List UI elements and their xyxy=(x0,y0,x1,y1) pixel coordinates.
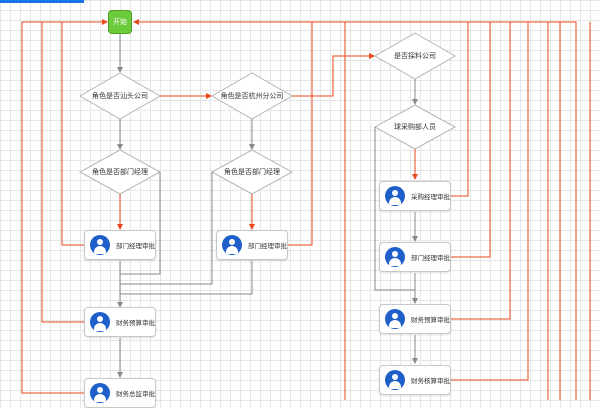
task-label: 财务核算审批 xyxy=(411,377,450,385)
task-label: 采购经理审批 xyxy=(411,193,450,201)
user-avatar-icon xyxy=(385,309,405,329)
flow-return-dept-b xyxy=(288,22,313,246)
task-label: 部门经理审批 xyxy=(248,242,287,250)
task-finance-budget-approval[interactable]: 财务预算审批 xyxy=(84,307,156,337)
flow-return-dept-a xyxy=(61,19,108,246)
task-label: 部门经理审批 xyxy=(411,254,450,262)
task-dept-manager-approval-b[interactable]: 部门经理审批 xyxy=(216,230,288,260)
start-node[interactable]: 开始 xyxy=(108,10,132,34)
task-finance-budget-approval-b[interactable]: 财务预算审批 xyxy=(379,304,451,334)
user-avatar-icon xyxy=(385,247,405,267)
task-label: 部门经理审批 xyxy=(116,242,155,250)
flow-return-dept-c xyxy=(451,22,491,258)
flow-dept-b-no xyxy=(120,172,213,285)
flow-dept-b-task-down xyxy=(120,261,253,295)
decision-label-is-purchaser: 球采购部人员 xyxy=(394,123,436,131)
flow-hangzhou-yes xyxy=(292,53,375,97)
task-finance-settlement-approval[interactable]: 财务核算审批 xyxy=(379,365,451,395)
flow-return-finance xyxy=(41,22,84,323)
user-avatar-icon xyxy=(222,235,242,255)
decision-label-is-supplier: 是否採料公司 xyxy=(394,52,436,60)
task-dept-manager-approval-c[interactable]: 部门经理审批 xyxy=(379,242,451,272)
start-label: 开始 xyxy=(113,18,127,26)
decision-label-is-shantou: 角色是否汕头公司 xyxy=(92,92,148,100)
user-avatar-icon xyxy=(90,312,110,332)
user-avatar-icon xyxy=(385,370,405,390)
task-purchase-manager-approval[interactable]: 采购经理审批 xyxy=(379,181,451,211)
decision-label-is-hangzhou: 角色是否杭州分公司 xyxy=(220,92,284,100)
decision-label-is-dept-manager-a: 角色是否部门经理 xyxy=(92,168,148,176)
flow-canvas xyxy=(21,19,591,400)
flow-return-finance-b xyxy=(451,22,511,320)
user-avatar-icon xyxy=(90,235,110,255)
flow-return-director xyxy=(21,21,107,394)
task-label: 财务预算审批 xyxy=(411,316,450,324)
user-avatar-icon xyxy=(385,186,405,206)
task-dept-manager-approval-a[interactable]: 部门经理审批 xyxy=(84,230,156,260)
user-avatar-icon xyxy=(90,383,110,403)
task-label: 财务总监审批 xyxy=(116,390,155,398)
decision-label-is-dept-manager-b: 角色是否部门经理 xyxy=(224,168,280,176)
flow-return-purchase xyxy=(451,22,469,197)
task-finance-director-approval[interactable]: 财务总监审批 xyxy=(84,378,156,408)
task-label: 财务预算审批 xyxy=(116,319,155,327)
